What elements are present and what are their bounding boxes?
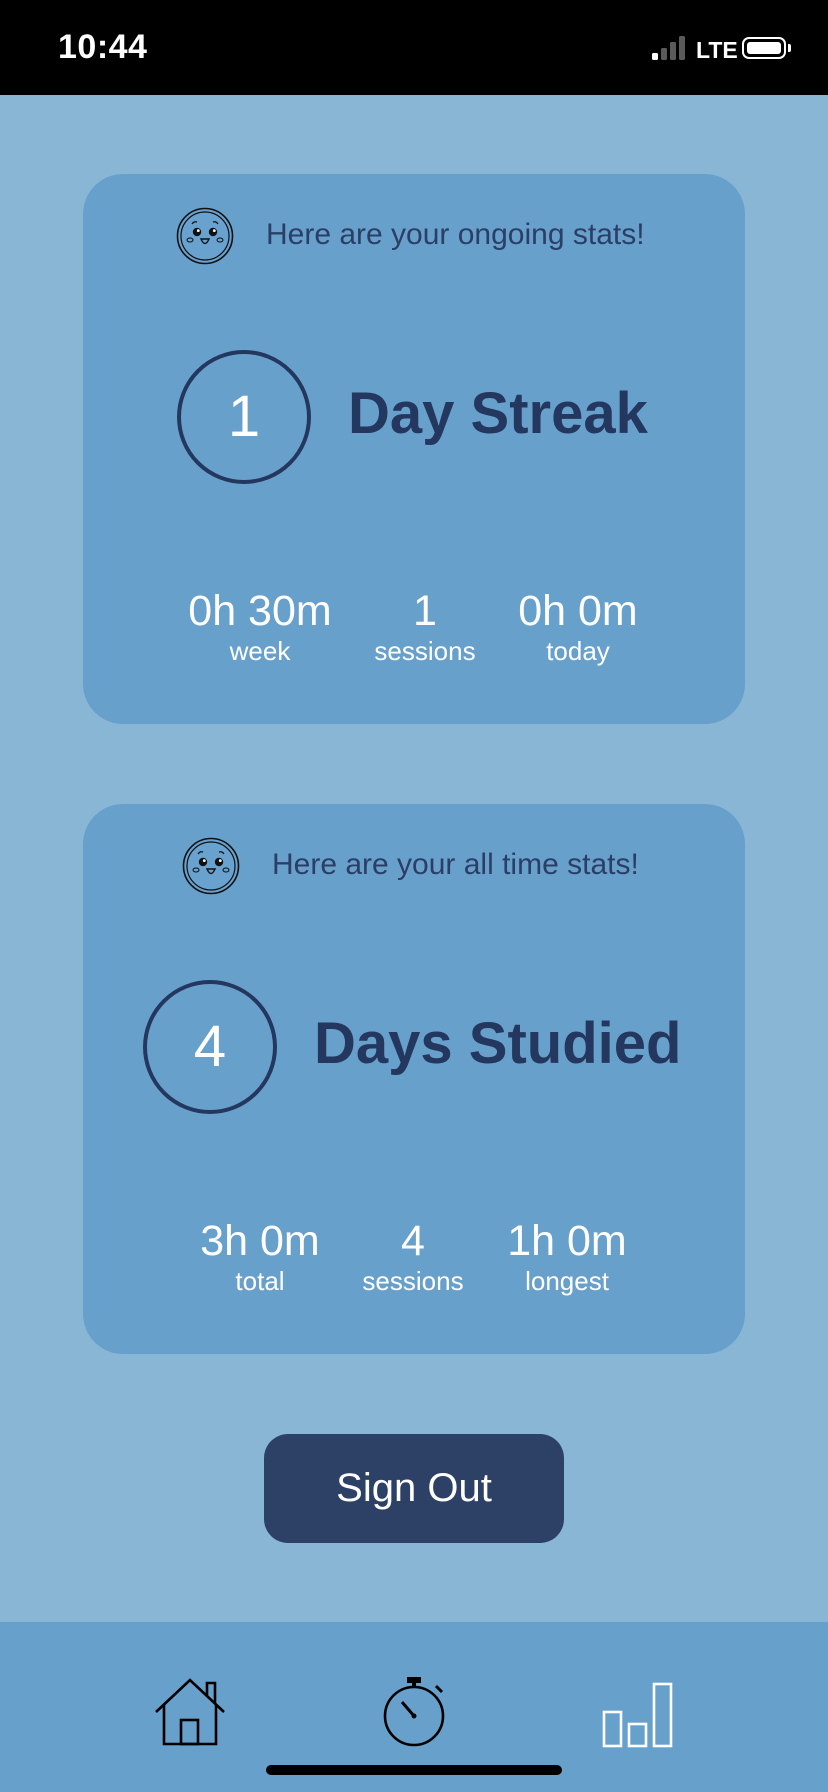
stat-label: longest [525,1266,609,1296]
stat-longest: 1h 0m longest [477,1216,657,1296]
stopwatch-icon [383,1677,445,1747]
streak-count-ring: 1 [177,350,311,484]
signal-strength-icon [652,36,688,60]
home-icon [155,1678,225,1746]
battery-tip [788,44,791,52]
ongoing-stats-row: 0h 30m week 1 sessions 0h 0m today [83,586,745,686]
streak-label: Day Streak [348,381,648,446]
mascot-face-icon [176,207,234,265]
stat-label: sessions [362,1266,464,1296]
tab-timer[interactable] [374,1672,454,1752]
card-header-text: Here are your all time stats! [272,848,639,881]
mascot-face-icon [182,837,240,895]
tab-stats[interactable] [598,1672,678,1752]
card-header: Here are your all time stats! [83,834,745,898]
stat-sessions: 4 sessions [323,1216,503,1296]
network-type: LTE [696,37,738,63]
home-indicator [266,1765,562,1775]
stat-value: 4 [401,1217,425,1265]
sign-out-button[interactable]: Sign Out [264,1434,564,1543]
stat-today: 0h 0m today [488,586,668,666]
days-studied-label: Days Studied [314,1011,682,1076]
stat-week: 0h 30m week [170,586,350,666]
stat-label: today [546,636,610,666]
alltime-stats-row: 3h 0m total 4 sessions 1h 0m longest [83,1216,745,1316]
card-header: Here are your ongoing stats! [83,204,745,268]
alltime-stats-card: Here are your all time stats! 4 Days Stu… [83,804,745,1354]
stat-value: 1h 0m [507,1217,627,1265]
days-studied-ring: 4 [143,980,277,1114]
status-time: 10:44 [58,28,148,66]
stat-value: 0h 30m [188,587,332,635]
battery-icon [742,37,786,59]
status-bar: 10:44 LTE [0,0,828,95]
stat-value: 0h 0m [518,587,638,635]
bar-chart-icon [602,1682,673,1748]
card-header-text: Here are your ongoing stats! [266,218,645,251]
ongoing-stats-card: Here are your ongoing stats! 1 Day Strea… [83,174,745,724]
tab-home[interactable] [150,1672,230,1752]
stat-label: week [229,636,291,666]
